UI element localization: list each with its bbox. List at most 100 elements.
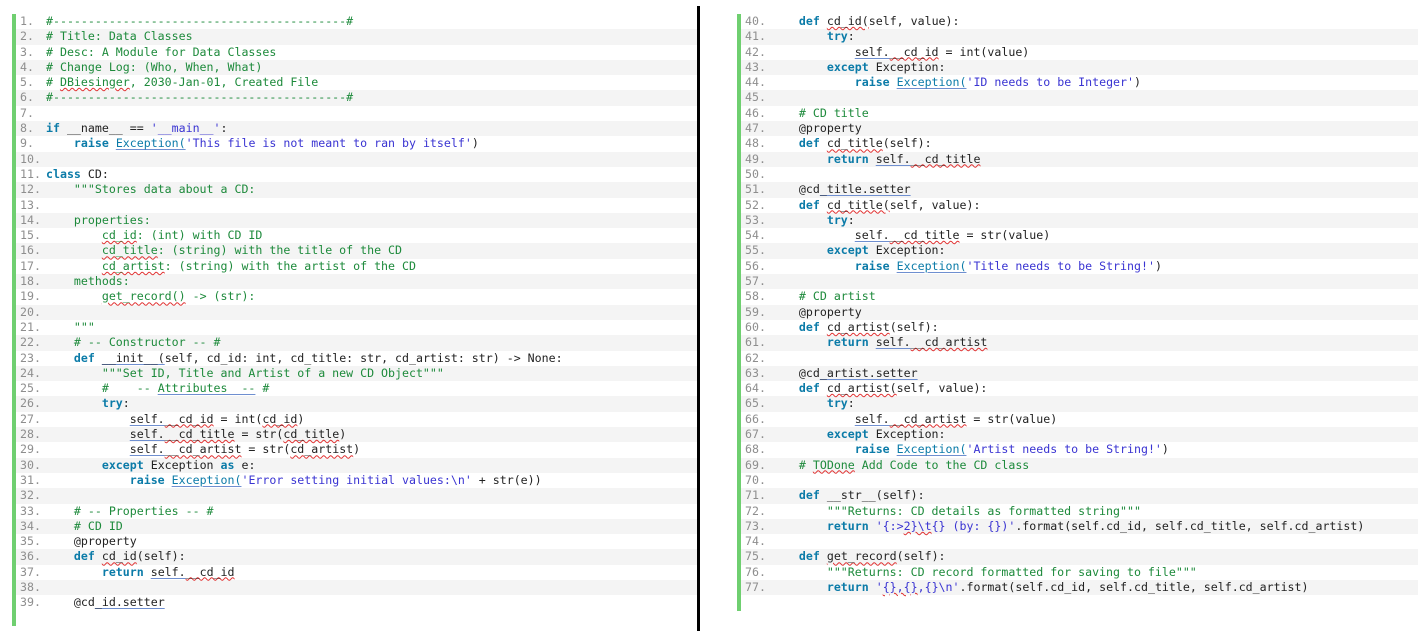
line-number: 27.: [20, 411, 41, 426]
code-line[interactable]: 64. def cd_artist(self, value):: [737, 381, 1418, 396]
code-line[interactable]: 66. self.__cd_artist = str(value): [737, 412, 1418, 427]
code-line[interactable]: 49. return self.__cd_title: [737, 151, 1418, 167]
right-change-bar: [737, 14, 741, 611]
code-line[interactable]: 41. try:: [737, 29, 1418, 45]
code-line[interactable]: 42. self.__cd_id = int(value): [737, 45, 1418, 60]
line-number: 77.: [745, 579, 766, 594]
code-line[interactable]: 9. raise Exception('This file is not mea…: [12, 136, 697, 151]
code-line[interactable]: 48. def cd_title(self):: [737, 136, 1418, 151]
code-line[interactable]: 28. self.__cd_title = str(cd_title): [12, 427, 697, 443]
code-line[interactable]: 16. cd_title: (string) with the title of…: [12, 243, 697, 259]
code-line[interactable]: 5. # DBiesinger, 2030-Jan-01, Created Fil…: [12, 75, 697, 90]
code-line[interactable]: 31. raise Exception('Error setting initi…: [12, 473, 697, 488]
code-line[interactable]: 61. return self.__cd_artist: [737, 335, 1418, 351]
code-line[interactable]: 7.: [12, 106, 697, 121]
code-line[interactable]: 14. properties:: [12, 212, 697, 229]
code-line[interactable]: 37. return self.__cd_id: [12, 565, 697, 580]
code-line[interactable]: 18. methods:: [12, 274, 697, 290]
code-line[interactable]: 74.: [737, 534, 1418, 549]
line-number: 14.: [20, 212, 41, 227]
code-line[interactable]: 36. def cd_id(self):: [12, 549, 697, 565]
code-line[interactable]: 71. def __str__(self):: [737, 488, 1418, 504]
code-line[interactable]: 76. """Returns: CD record formatted for …: [737, 565, 1418, 580]
code-line[interactable]: 34. # CD ID: [12, 518, 697, 535]
code-line[interactable]: 44. raise Exception('ID needs to be Inte…: [737, 75, 1418, 90]
code-line[interactable]: 39. @cd_id.setter: [12, 595, 697, 610]
code-line[interactable]: 8. if __name__ == '__main__':: [12, 121, 697, 137]
code-line[interactable]: 50.: [737, 167, 1418, 182]
line-content: raise Exception('This file is not meant …: [73, 136, 479, 151]
line-number: 33.: [20, 503, 41, 518]
code-line[interactable]: 58. # CD artist: [737, 289, 1418, 304]
code-line[interactable]: 13.: [12, 198, 697, 213]
line-number: 11.: [20, 166, 41, 181]
code-line[interactable]: 53. try:: [737, 212, 1418, 229]
line-number: 76.: [745, 564, 766, 579]
line-content: @property: [771, 121, 862, 136]
code-line[interactable]: 17. cd_artist: (string) with the artist …: [12, 259, 697, 274]
code-line[interactable]: 43. except Exception:: [737, 59, 1418, 76]
code-line[interactable]: 60. def cd_artist(self):: [737, 320, 1418, 335]
code-line[interactable]: 59. @property: [737, 304, 1418, 320]
code-line[interactable]: 27. self.__cd_id = int(cd_id): [12, 412, 697, 427]
code-line[interactable]: 11. class CD:: [12, 167, 697, 182]
code-line[interactable]: 77. return '{},{},{}\n'.format(self.cd_i…: [737, 579, 1418, 596]
line-content: raise Exception('Artist needs to be Stri…: [854, 442, 1169, 457]
code-line[interactable]: 57.: [737, 274, 1418, 290]
line-number: 3.: [20, 44, 34, 59]
code-line[interactable]: 6. #-------------------------------------…: [12, 90, 697, 106]
code-line[interactable]: 73. return '{:>2}\t{} (by: {})'.format(s…: [737, 518, 1418, 535]
code-line[interactable]: 65. try:: [737, 396, 1418, 412]
code-line[interactable]: 75. def get_record(self):: [737, 549, 1418, 565]
column-divider: [697, 6, 700, 631]
code-line[interactable]: 38.: [12, 579, 697, 596]
code-line[interactable]: 62.: [737, 351, 1418, 366]
code-line[interactable]: 63. @cd_artist.setter: [737, 365, 1418, 382]
code-line[interactable]: 45.: [737, 90, 1418, 106]
code-line[interactable]: 12. """Stores data about a CD:: [12, 182, 697, 198]
code-line[interactable]: 23. def __init__(self, cd_id: int, cd_ti…: [12, 351, 697, 366]
line-content: class CD:: [46, 166, 109, 181]
code-line[interactable]: 72. """Returns: CD details as formatted …: [737, 504, 1418, 519]
code-line[interactable]: 46. # CD title: [737, 106, 1418, 121]
code-line[interactable]: 1. #-------------------------------------…: [12, 14, 697, 29]
code-line[interactable]: 29. self.__cd_artist = str(cd_artist): [12, 442, 697, 457]
code-line[interactable]: 2. # Title: Data Classes: [12, 29, 697, 45]
line-content: try:: [826, 396, 855, 411]
code-line[interactable]: 35. @property: [12, 534, 697, 549]
code-line[interactable]: 10.: [12, 151, 697, 167]
code-line[interactable]: 52. def cd_title(self, value):: [737, 198, 1418, 213]
code-line[interactable]: 40. def cd_id(self, value):: [737, 14, 1418, 29]
code-line[interactable]: 19. get_record() -> (str):: [12, 289, 697, 304]
code-line[interactable]: 3. # Desc: A Module for Data Classes: [12, 45, 697, 60]
line-number: 49.: [745, 151, 766, 166]
code-line[interactable]: 4. # Change Log: (Who, When, What): [12, 59, 697, 76]
code-line[interactable]: 21. """: [12, 320, 697, 335]
line-number: 69.: [745, 457, 766, 472]
code-line[interactable]: 55. except Exception:: [737, 243, 1418, 259]
line-content: self.__cd_artist = str(cd_artist): [129, 442, 361, 457]
code-line[interactable]: 68. raise Exception('Artist needs to be …: [737, 442, 1418, 457]
code-line[interactable]: 24. """Set ID, Title and Artist of a new…: [12, 365, 697, 382]
line-number: 31.: [20, 472, 41, 487]
code-line[interactable]: 54. self.__cd_title = str(value): [737, 228, 1418, 243]
code-line[interactable]: 47. @property: [737, 121, 1418, 137]
code-line[interactable]: 32.: [12, 488, 697, 504]
code-line[interactable]: 25. # -- Attributes -- #: [12, 381, 697, 396]
line-content: # Title: Data Classes: [46, 29, 193, 44]
code-line[interactable]: 30. except Exception as e:: [12, 457, 697, 473]
line-content: get_record() -> (str):: [101, 289, 256, 304]
code-line[interactable]: 69. # TODone Add Code to the CD class: [737, 457, 1418, 473]
code-line[interactable]: 70.: [737, 473, 1418, 488]
code-line[interactable]: 26. try:: [12, 396, 697, 412]
code-line[interactable]: 20.: [12, 304, 697, 320]
line-content: self.__cd_id = int(cd_id): [129, 411, 305, 426]
code-line[interactable]: 56. raise Exception('Title needs to be S…: [737, 259, 1418, 274]
line-number: 2.: [20, 29, 34, 44]
code-line[interactable]: 67. except Exception:: [737, 427, 1418, 443]
code-line[interactable]: 33. # -- Properties -- #: [12, 504, 697, 519]
code-line[interactable]: 51. @cd_title.setter: [737, 182, 1418, 198]
line-content: return '{:>2}\t{} (by: {})'.format(self.…: [826, 518, 1365, 533]
code-line[interactable]: 22. # -- Constructor -- #: [12, 335, 697, 351]
code-line[interactable]: 15. cd_id: (int) with CD ID: [12, 228, 697, 243]
